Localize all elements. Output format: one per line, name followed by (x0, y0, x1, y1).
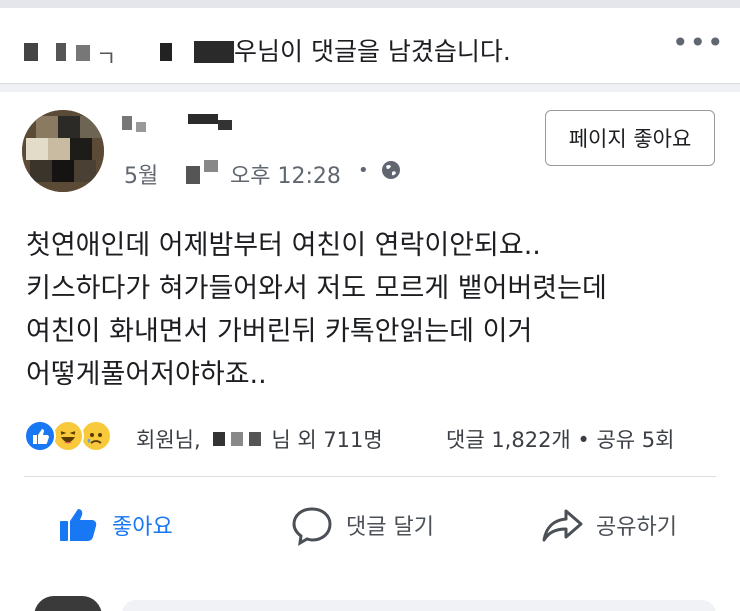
post-date: 5월 (124, 164, 159, 189)
top-strip (0, 0, 740, 8)
notification-text: ㄱ 우님이 댓글을 남겼습니다. (24, 32, 511, 72)
like-page-button[interactable]: 페이지 좋아요 (545, 110, 715, 166)
author-name[interactable] (122, 112, 242, 138)
share-button-label: 공유하기 (596, 515, 677, 540)
comment-icon (292, 507, 332, 546)
like-react-icon (24, 420, 56, 452)
comment-button[interactable]: 댓글 달기 (290, 500, 434, 550)
notification-message: 우님이 댓글을 남겼습니다. (234, 37, 511, 66)
share-button[interactable]: 공유하기 (540, 500, 677, 550)
reaction-names-suffix: 님 외 711명 (271, 428, 383, 452)
notification-bar[interactable]: ㄱ 우님이 댓글을 남겼습니다. ••• (0, 8, 740, 84)
post-time[interactable]: 오후 12:28 (230, 158, 341, 190)
globe-icon (382, 161, 400, 179)
meta-separator: • (358, 160, 369, 181)
section-divider (0, 84, 740, 92)
post-body: 첫연애인데 어제밤부터 여친이 연락이안되요.. 키스하다가 혀가들어와서 저도… (26, 224, 726, 396)
thumbs-up-icon (60, 509, 97, 541)
more-options-icon[interactable]: ••• (672, 28, 724, 58)
share-icon (542, 509, 583, 542)
comment-button-label: 댓글 달기 (346, 515, 434, 540)
post-line: 첫연애인데 어제밤부터 여친이 연락이안되요.. (26, 230, 541, 261)
sad-react-icon (80, 420, 112, 452)
haha-react-icon (52, 420, 84, 452)
reaction-names-prefix: 회원님, (136, 428, 201, 452)
post-stats[interactable]: 댓글 1,822개 • 공유 5회 (446, 424, 675, 454)
comment-bubble[interactable] (122, 600, 716, 611)
post-line: 어떻게풀어저야하죠.. (26, 359, 267, 390)
author-avatar[interactable] (22, 110, 104, 192)
post-line: 여친이 화내면서 가버린뒤 카톡안읽는데 이거 (26, 316, 533, 347)
actions-divider (24, 476, 716, 477)
reaction-names[interactable]: 회원님, 님 외 711명 (136, 424, 383, 454)
masked-date (186, 160, 222, 184)
masked-name: ㄱ (24, 41, 234, 72)
like-button[interactable]: 좋아요 (56, 500, 173, 550)
like-button-label: 좋아요 (112, 515, 173, 540)
commenter-avatar[interactable] (34, 596, 102, 611)
post-line: 키스하다가 혀가들어와서 저도 모르게 뱉어버렷는데 (26, 273, 607, 304)
masked-reactor (207, 432, 271, 448)
